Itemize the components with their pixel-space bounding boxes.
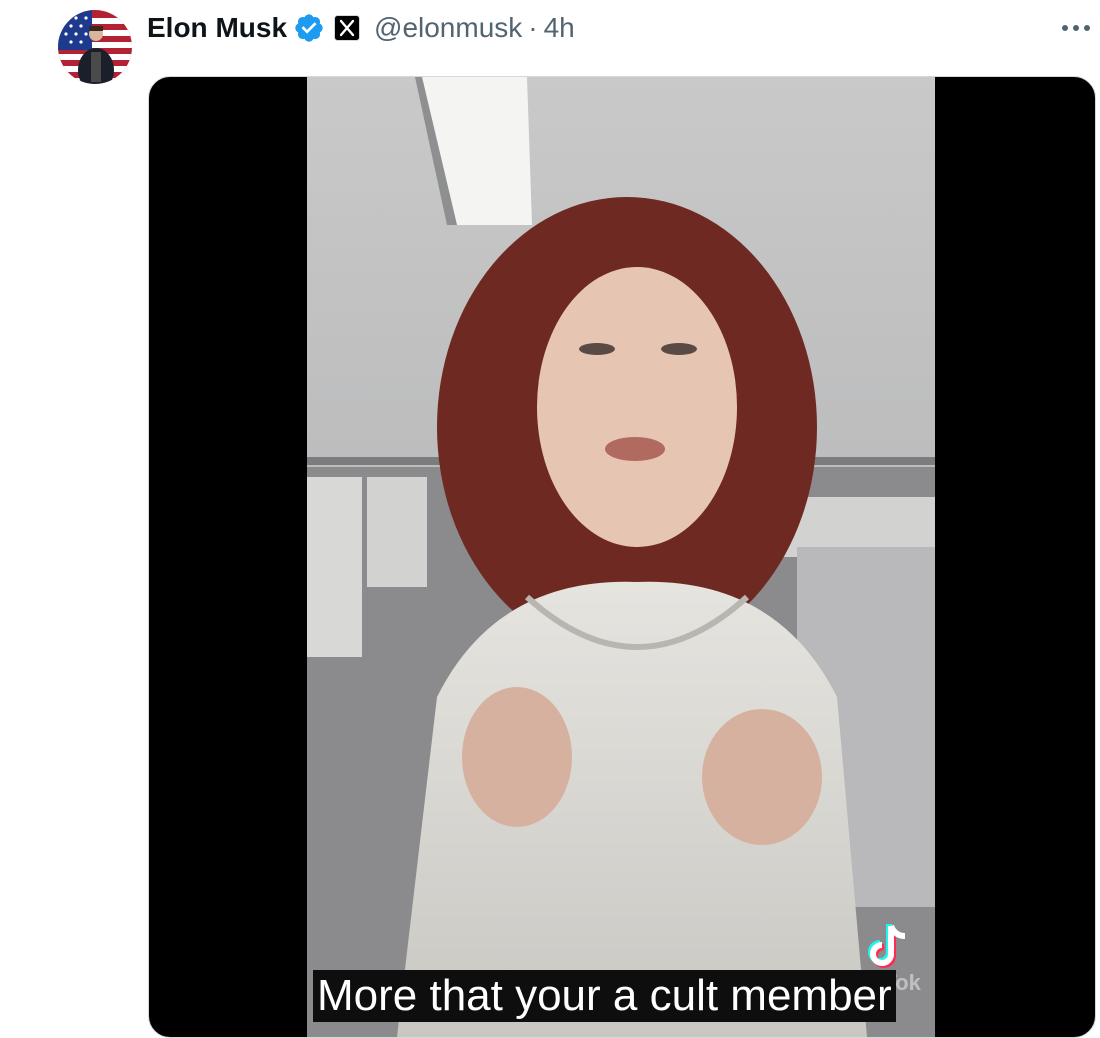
user-handle[interactable]: @elonmusk <box>374 12 522 44</box>
video-image <box>307 77 935 1037</box>
separator-dot: · <box>528 12 538 43</box>
video-frame[interactable]: TikTok More that your a cult member <box>307 77 935 1037</box>
video-caption: More that your a cult member <box>313 970 896 1022</box>
avatar-image <box>58 10 132 84</box>
tiktok-logo-icon <box>865 922 909 970</box>
avatar[interactable] <box>58 10 132 84</box>
x-logo-icon[interactable] <box>334 15 361 41</box>
timestamp[interactable]: 4h <box>544 12 575 44</box>
display-name[interactable]: Elon Musk <box>147 12 287 44</box>
verified-badge-icon[interactable] <box>293 12 325 44</box>
more-options-icon[interactable] <box>1058 16 1094 40</box>
tweet-media-container[interactable]: TikTok More that your a cult member <box>148 76 1096 1038</box>
tweet-header: Elon Musk @elonmusk · 4h <box>147 8 575 48</box>
